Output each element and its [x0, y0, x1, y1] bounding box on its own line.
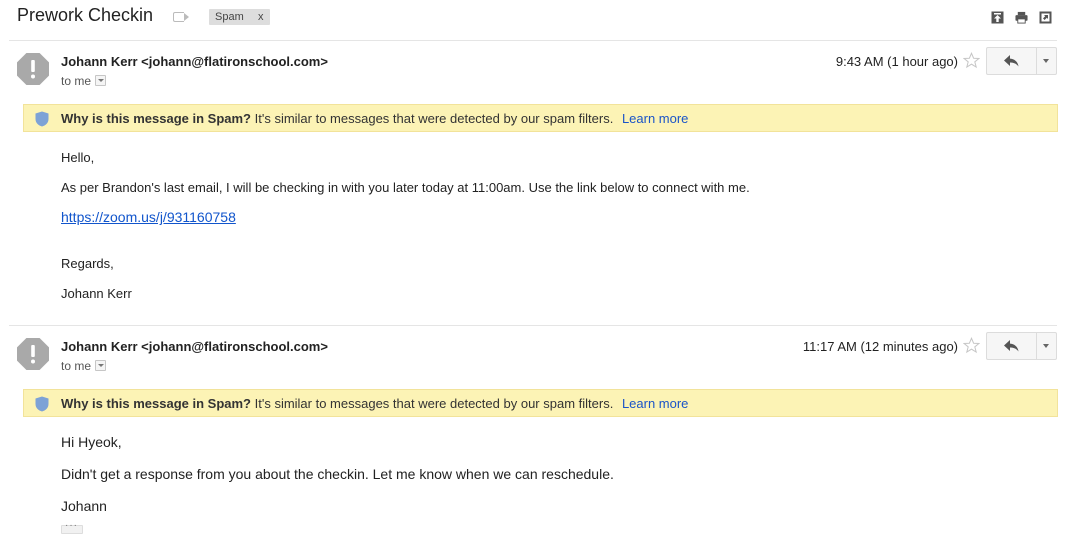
label-outline-icon[interactable] [173, 12, 189, 22]
show-details-icon[interactable] [95, 75, 107, 86]
recipient-label: to me [61, 359, 92, 373]
message-time: 9:43 AM (1 hour ago) [835, 54, 958, 69]
show-trimmed-content-button[interactable] [61, 520, 83, 534]
reply-button[interactable] [987, 333, 1036, 359]
spam-explanation-banner: Why is this message in Spam? It's simila… [23, 104, 1058, 132]
more-options-button[interactable] [1037, 333, 1056, 359]
message-greeting: Hello, [61, 150, 95, 165]
shield-icon [35, 396, 49, 412]
recipient-label: to me [61, 74, 92, 88]
reply-arrow-icon [1004, 55, 1019, 67]
more-options-button[interactable] [1037, 48, 1056, 74]
reply-button[interactable] [987, 48, 1036, 74]
message-greeting: Hi Hyeok, [61, 434, 122, 450]
warning-avatar-icon [17, 338, 49, 370]
reply-button-group [986, 332, 1057, 360]
learn-more-link[interactable]: Learn more [622, 396, 688, 411]
banner-title: Why is this message in Spam? [61, 111, 251, 126]
thread-divider [9, 40, 1057, 41]
open-new-window-icon[interactable] [1039, 11, 1052, 24]
sender-name[interactable]: Johann Kerr <johann@flatironschool.com> [61, 339, 328, 354]
message-closing: Regards, [61, 256, 114, 271]
zoom-meeting-link[interactable]: https://zoom.us/j/931160758 [61, 209, 236, 225]
banner-text: Why is this message in Spam? It's simila… [61, 396, 688, 411]
shield-icon [35, 111, 49, 127]
banner-text: Why is this message in Spam? It's simila… [61, 111, 688, 126]
message-signature: Johann Kerr [61, 286, 132, 301]
star-icon[interactable] [963, 337, 980, 354]
message-divider [9, 325, 1057, 326]
message-signature: Johann [61, 498, 107, 514]
print-icon[interactable] [1015, 11, 1028, 24]
sender-name[interactable]: Johann Kerr <johann@flatironschool.com> [61, 54, 328, 69]
banner-description: It's similar to messages that were detec… [254, 396, 614, 411]
reply-button-group [986, 47, 1057, 75]
banner-title: Why is this message in Spam? [61, 396, 251, 411]
move-to-top-icon[interactable] [991, 11, 1004, 24]
message-body-line: Didn't get a response from you about the… [61, 466, 614, 482]
spam-label-text: Spam [215, 11, 244, 23]
banner-description: It's similar to messages that were detec… [254, 111, 614, 126]
star-icon[interactable] [963, 52, 980, 69]
message-body-line: As per Brandon's last email, I will be c… [61, 180, 750, 195]
recipient-summary[interactable]: to me [61, 74, 107, 88]
zoom-link-line: https://zoom.us/j/931160758 [61, 209, 236, 225]
thread-subject: Prework Checkin [17, 5, 154, 25]
spam-label-chip[interactable]: Spam x [209, 9, 270, 25]
show-details-icon[interactable] [95, 360, 107, 371]
warning-avatar-icon [17, 53, 49, 85]
spam-explanation-banner: Why is this message in Spam? It's simila… [23, 389, 1058, 417]
recipient-summary[interactable]: to me [61, 359, 107, 373]
learn-more-link[interactable]: Learn more [622, 111, 688, 126]
message-time: 11:17 AM (12 minutes ago) [802, 339, 958, 354]
reply-arrow-icon [1004, 340, 1019, 352]
remove-label-button[interactable]: x [258, 9, 264, 25]
